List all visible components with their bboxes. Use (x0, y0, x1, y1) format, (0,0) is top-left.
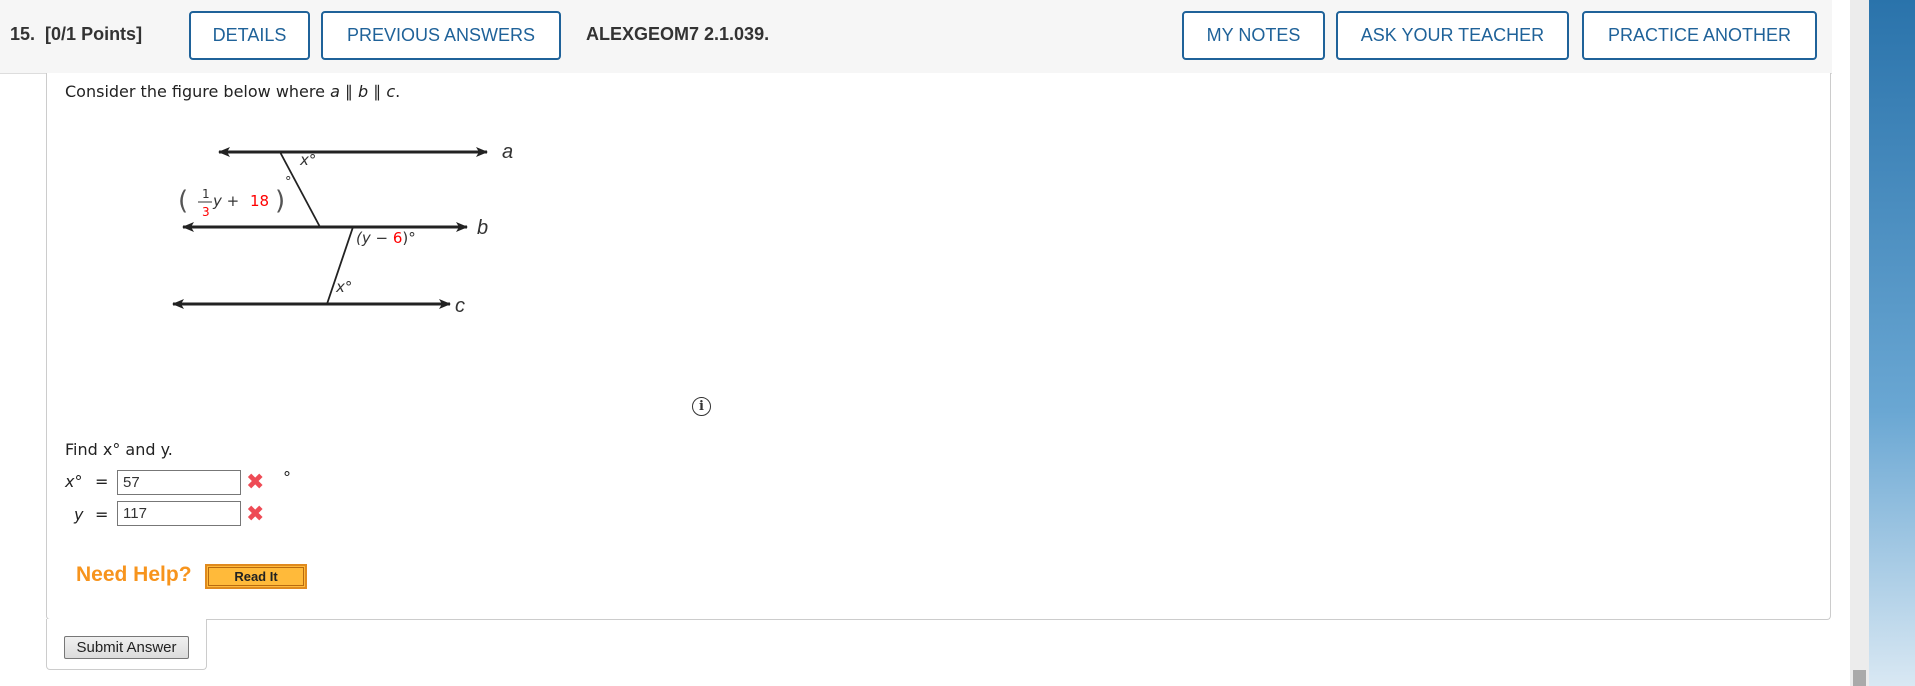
svg-text:(: ( (178, 186, 188, 216)
my-notes-button[interactable]: MY NOTES (1182, 11, 1325, 60)
incorrect-icon: ✖ (246, 502, 265, 527)
x-answer-input[interactable] (117, 470, 241, 495)
practice-another-button[interactable]: PRACTICE ANOTHER (1582, 11, 1817, 60)
submit-answer-button[interactable]: Submit Answer (64, 636, 189, 659)
incorrect-icon: ✖ (246, 470, 265, 495)
info-icon[interactable]: i (692, 397, 711, 416)
label-a: a (502, 141, 513, 163)
svg-text:1: 1 (202, 187, 210, 201)
svg-text:y +: y + (212, 192, 239, 210)
angle-left-label: ( 1 3 y + 18 ) ° (178, 175, 292, 219)
svg-text:3: 3 (202, 205, 210, 219)
ask-teacher-button[interactable]: ASK YOUR TEACHER (1336, 11, 1569, 60)
equals-sign: = (95, 505, 109, 524)
find-instruction: Find x° and y. (65, 440, 173, 459)
problem-code: ALEXGEOM7 2.1.039. (586, 24, 770, 44)
angle-bottom-label: x° (335, 278, 352, 296)
label-c: c (455, 295, 465, 317)
y-answer-input[interactable] (117, 501, 241, 526)
y-label: y (74, 505, 84, 524)
scrollbar-thumb[interactable] (1853, 670, 1866, 686)
equals-sign: = (95, 472, 109, 491)
scrollbar-track[interactable] (1850, 0, 1869, 686)
x-label: x° (65, 472, 83, 491)
angle-mid-label: (y − 6)° (356, 229, 416, 247)
angle-top-label: x° (299, 151, 316, 169)
svg-text:18: 18 (250, 192, 269, 210)
side-panel (1869, 0, 1915, 686)
label-b: b (477, 217, 488, 239)
svg-text:°: ° (285, 175, 292, 190)
read-it-button[interactable]: Read It (205, 564, 307, 589)
svg-text:): ) (275, 186, 285, 216)
degree-unit: ° (283, 468, 291, 487)
parallel-lines-figure: a b c x° x° (y − 6)° ( 1 3 y + 18 ) ° (172, 141, 513, 317)
need-help-label: Need Help? (76, 563, 192, 586)
